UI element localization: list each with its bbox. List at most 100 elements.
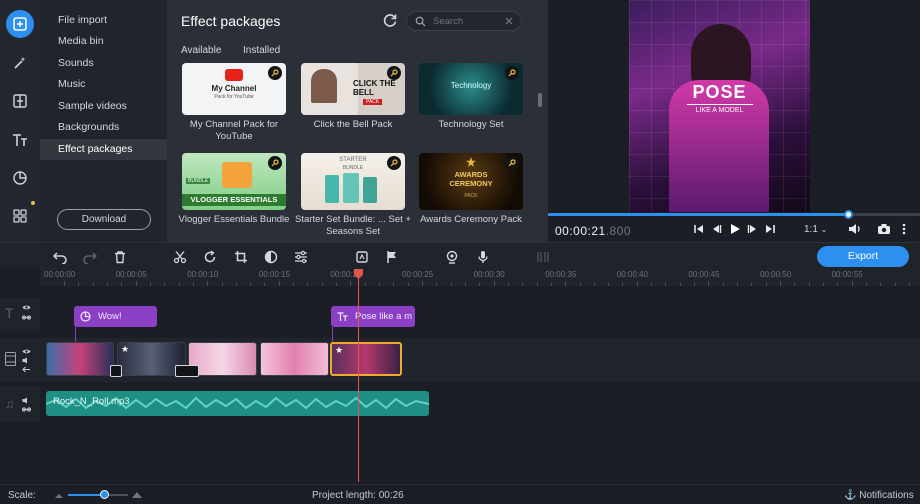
link-icon[interactable] bbox=[22, 406, 31, 413]
more-options-icon[interactable] bbox=[900, 222, 908, 236]
search-box[interactable] bbox=[406, 11, 522, 31]
ruler-tick-label: 00:00:55 bbox=[831, 270, 863, 279]
rotate-icon[interactable] bbox=[203, 250, 217, 264]
marker-flag-icon[interactable] bbox=[385, 250, 399, 264]
tab-installed[interactable]: Installed bbox=[243, 45, 280, 56]
tab-available[interactable]: Available bbox=[181, 45, 221, 56]
skip-end-icon[interactable] bbox=[764, 223, 776, 235]
package-card[interactable]: STARTER BUNDLE Starter Set Bundle: ... S… bbox=[295, 153, 411, 238]
star-icon: ★ bbox=[121, 344, 130, 354]
refresh-icon[interactable] bbox=[382, 12, 398, 28]
settings-sliders-icon[interactable] bbox=[294, 250, 308, 264]
ruler-tick bbox=[694, 283, 696, 286]
notifications-link[interactable]: ⚓ Notifications bbox=[844, 490, 914, 501]
ruler-tick bbox=[822, 283, 824, 286]
undo-icon[interactable] bbox=[53, 250, 67, 264]
menu-item-media-bin[interactable]: Media bin bbox=[40, 31, 167, 52]
color-adjust-icon[interactable] bbox=[264, 250, 278, 264]
ruler-tick bbox=[121, 283, 123, 286]
package-card-label: Awards Ceremony Pack bbox=[420, 214, 522, 225]
clear-search-icon[interactable] bbox=[504, 16, 514, 26]
ruler-tick bbox=[579, 283, 581, 286]
timeline[interactable]: 00:00:00 00:00:05 00:00:10 00:00:15 00:00:20… bbox=[0, 268, 920, 484]
package-card[interactable]: My Channel Pack for YouTube My Channel P… bbox=[182, 63, 286, 143]
title-clip[interactable]: Pose like a m bbox=[331, 306, 415, 327]
status-bar: Scale: Project length: 00:26 ⚓ Notificat… bbox=[0, 484, 920, 504]
menu-item-effect-packages[interactable]: Effect packages bbox=[40, 139, 167, 160]
package-card[interactable]: AWARDS CEREMONY PACK Awards Ceremony Pac… bbox=[419, 153, 523, 226]
package-card-label: Vlogger Essentials Bundle bbox=[178, 214, 290, 225]
preview-progress-track[interactable] bbox=[848, 213, 920, 216]
link-icon[interactable] bbox=[22, 314, 31, 321]
record-webcam-icon[interactable] bbox=[445, 250, 459, 264]
title-clip-icon bbox=[337, 312, 348, 321]
ruler-tick bbox=[722, 283, 724, 286]
transition-icon[interactable] bbox=[175, 365, 199, 377]
menu-item-backgrounds[interactable]: Backgrounds bbox=[40, 117, 167, 138]
ruler-tick bbox=[522, 283, 524, 286]
magic-wand-icon[interactable] bbox=[6, 49, 34, 77]
split-scissors-icon[interactable] bbox=[173, 250, 187, 264]
title-clip-label: Wow! bbox=[98, 311, 122, 322]
titles-icon[interactable] bbox=[6, 126, 34, 154]
step-back-icon[interactable] bbox=[710, 223, 722, 235]
package-card[interactable]: BUNDLE VLOGGER ESSENTIALS Vlogger Essent… bbox=[179, 153, 289, 226]
redo-icon[interactable] bbox=[83, 250, 97, 264]
transition-icon[interactable] bbox=[110, 365, 122, 377]
highlight-icon[interactable] bbox=[355, 250, 369, 264]
stickers-icon[interactable] bbox=[6, 164, 34, 192]
ruler-tick bbox=[593, 283, 595, 286]
zoom-in-icon[interactable] bbox=[131, 490, 143, 499]
crop-icon[interactable] bbox=[234, 250, 248, 264]
skip-start-icon[interactable] bbox=[693, 223, 705, 235]
snapshot-camera-icon[interactable] bbox=[877, 222, 891, 236]
play-icon[interactable] bbox=[729, 223, 741, 235]
import-tool-icon[interactable] bbox=[6, 10, 34, 38]
export-button[interactable]: Export bbox=[817, 246, 909, 267]
time-ruler[interactable]: 00:00:00 00:00:05 00:00:10 00:00:15 00:00:20… bbox=[40, 268, 920, 286]
timeline-grid-icon[interactable] bbox=[536, 250, 550, 264]
download-button[interactable]: Download bbox=[57, 209, 151, 230]
ruler-tick bbox=[336, 283, 338, 286]
text-track[interactable] bbox=[40, 298, 920, 332]
playhead[interactable] bbox=[358, 270, 359, 482]
menu-item-file-import[interactable]: File import bbox=[40, 10, 167, 31]
key-icon bbox=[505, 66, 519, 80]
visibility-eye-icon[interactable] bbox=[22, 304, 31, 311]
transitions-icon[interactable] bbox=[6, 87, 34, 115]
video-clip[interactable] bbox=[46, 342, 114, 376]
menu-item-music[interactable]: Music bbox=[40, 74, 167, 95]
title-clip[interactable]: Wow! bbox=[74, 306, 157, 327]
package-card[interactable]: Technology Technology Set bbox=[419, 63, 523, 131]
package-card[interactable]: CLICK THE BELL PACK Click the Bell Pack bbox=[301, 63, 405, 131]
menu-item-sounds[interactable]: Sounds bbox=[40, 53, 167, 74]
ruler-tick bbox=[135, 281, 137, 286]
panel-scrollbar[interactable] bbox=[538, 93, 542, 107]
volume-icon[interactable] bbox=[848, 222, 862, 236]
more-tools-grid-icon[interactable] bbox=[6, 202, 34, 230]
zoom-out-icon[interactable] bbox=[54, 491, 64, 499]
ruler-tick bbox=[450, 283, 452, 286]
effect-packages-panel: Effect packages Available Installed My C… bbox=[167, 0, 548, 242]
ruler-tick-label: 00:00:10 bbox=[187, 270, 219, 279]
ruler-tick bbox=[422, 281, 423, 286]
microphone-icon[interactable] bbox=[476, 250, 490, 264]
package-card-label: Starter Set Bundle: ... Set + Seasons Se… bbox=[295, 214, 411, 237]
ruler-tick bbox=[149, 283, 151, 286]
aspect-ratio-select[interactable]: 1:1 ⌄ bbox=[804, 224, 827, 235]
menu-item-sample-videos[interactable]: Sample videos bbox=[40, 96, 167, 117]
search-input[interactable] bbox=[433, 14, 503, 28]
delete-icon[interactable] bbox=[113, 250, 127, 264]
package-thumbnail: BUNDLE VLOGGER ESSENTIALS bbox=[182, 153, 286, 210]
scale-slider-handle[interactable] bbox=[100, 490, 109, 499]
audio-clip[interactable]: Rock_N_Roll.mp3 bbox=[46, 391, 429, 416]
step-forward-icon[interactable] bbox=[747, 223, 759, 235]
package-thumbnail: Technology bbox=[419, 63, 523, 115]
video-clip[interactable] bbox=[260, 342, 329, 376]
preview-scrub-handle[interactable] bbox=[844, 210, 853, 219]
detach-arrow-icon[interactable] bbox=[22, 366, 31, 373]
mute-speaker-icon[interactable] bbox=[22, 357, 31, 364]
visibility-eye-icon[interactable] bbox=[22, 348, 31, 355]
mute-speaker-icon[interactable] bbox=[22, 397, 31, 404]
package-thumbnail: My Channel Pack for YouTube bbox=[182, 63, 286, 115]
